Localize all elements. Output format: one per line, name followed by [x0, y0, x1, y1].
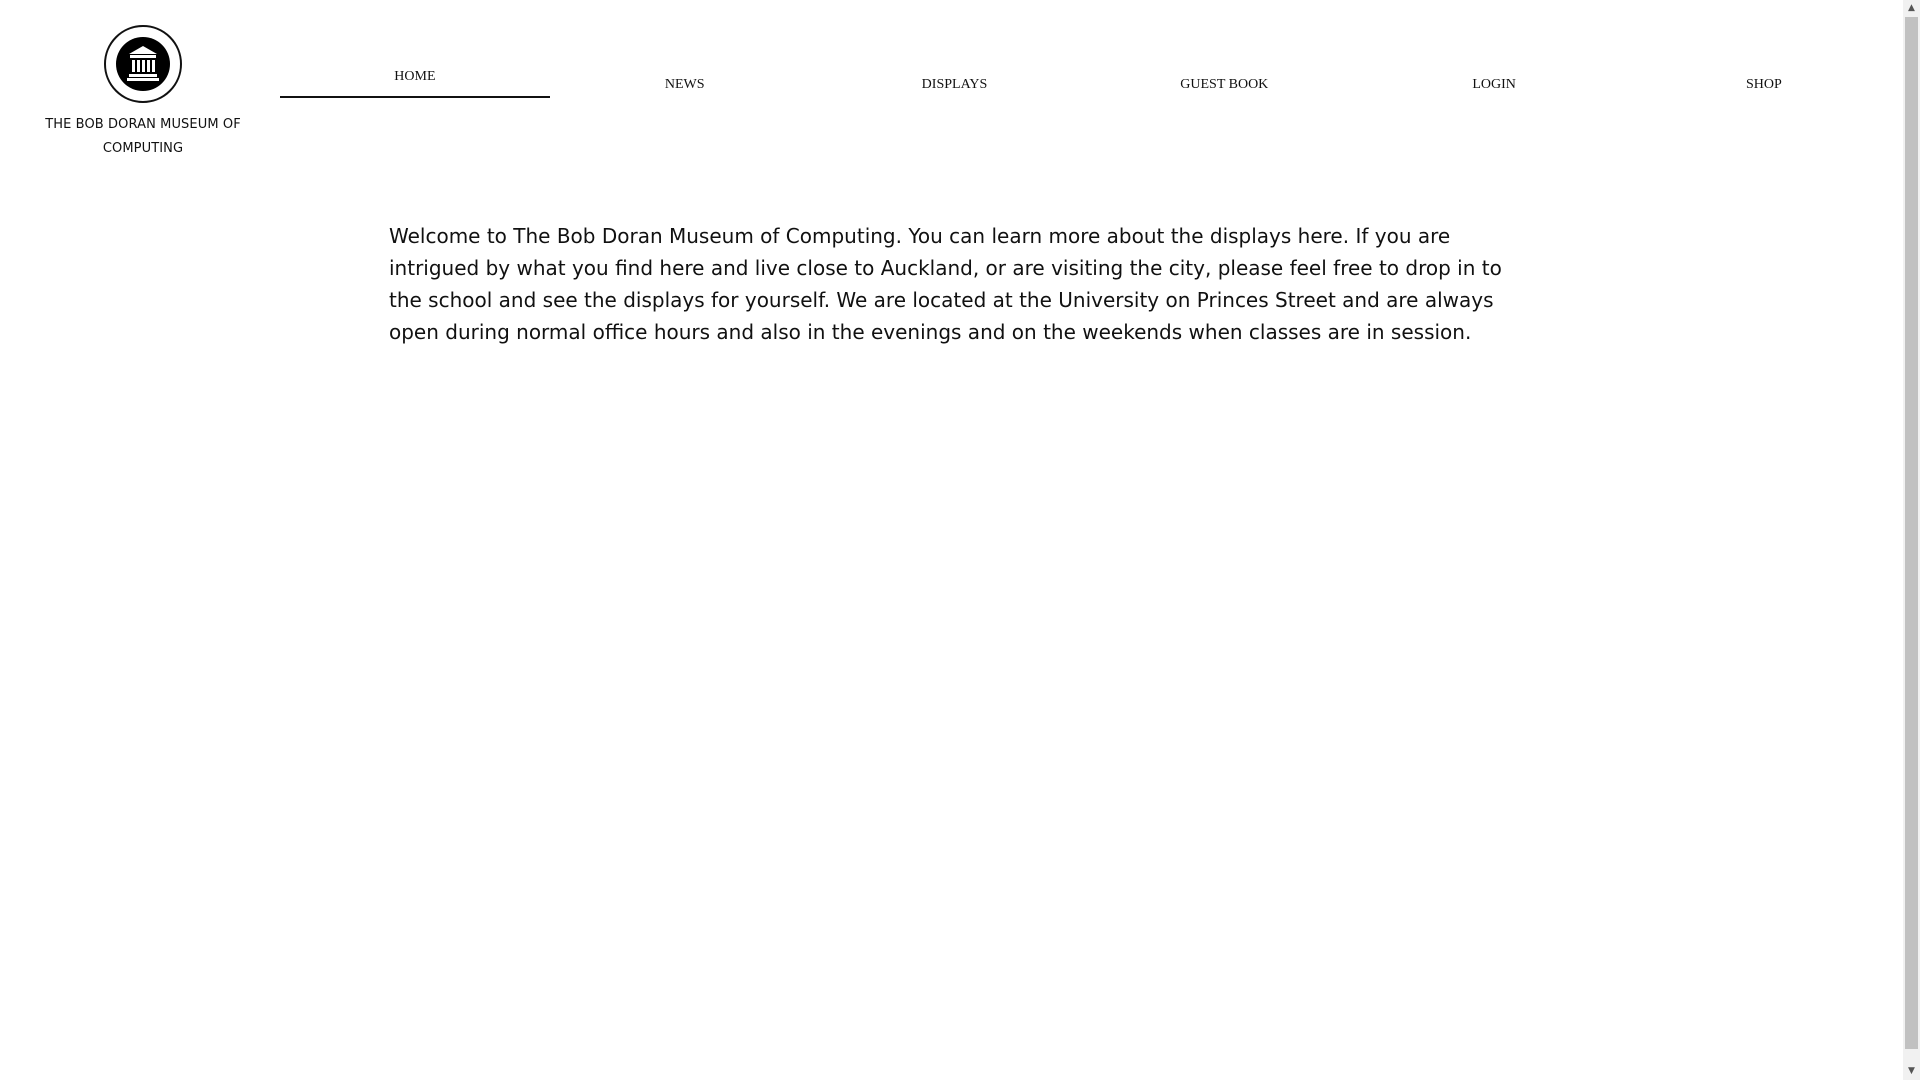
logo-circle: [104, 25, 182, 103]
museum-icon: [116, 37, 170, 91]
site-title: THE BOB DORAN MUSEUM OF COMPUTING: [45, 117, 241, 156]
nav-displays[interactable]: DISPLAYS: [820, 70, 1090, 106]
main-nav: HOME NEWS DISPLAYS GUEST BOOK LOGIN SHOP: [280, 69, 1899, 106]
scroll-thumb[interactable]: [1905, 17, 1918, 1049]
nav-news[interactable]: NEWS: [550, 70, 820, 106]
vertical-scrollbar[interactable]: ▲ ▼: [1903, 0, 1920, 1080]
site-logo[interactable]: THE BOB DORAN MUSEUM OF COMPUTING: [40, 25, 246, 161]
nav-login[interactable]: LOGIN: [1359, 70, 1629, 106]
scroll-up-icon[interactable]: ▲: [1903, 0, 1920, 17]
scroll-down-icon[interactable]: ▼: [1903, 1063, 1920, 1080]
nav-home[interactable]: HOME: [280, 62, 550, 98]
nav-shop[interactable]: SHOP: [1629, 70, 1899, 106]
page: THE BOB DORAN MUSEUM OF COMPUTING HOME N…: [0, 0, 1920, 1080]
intro-paragraph: Welcome to The Bob Doran Museum of Compu…: [389, 224, 1502, 344]
nav-guest-book[interactable]: GUEST BOOK: [1089, 70, 1359, 106]
